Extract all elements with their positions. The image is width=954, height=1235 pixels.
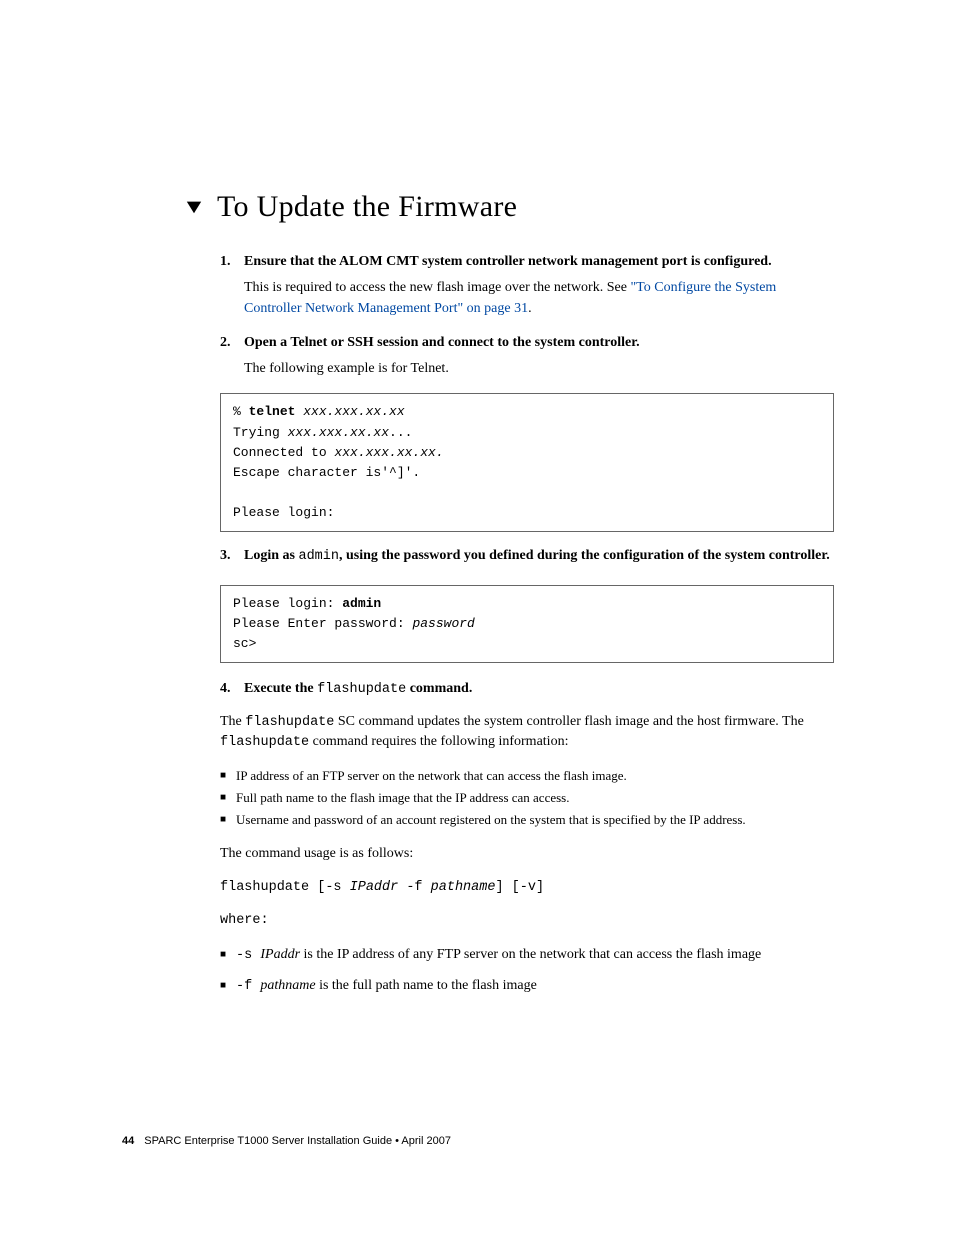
line: sc> (233, 636, 256, 651)
step-text: Login as (244, 548, 298, 563)
step-text: Open a Telnet or SSH session and connect… (244, 333, 640, 353)
line: Connected to (233, 445, 334, 460)
step-number: 3. (220, 546, 234, 567)
arg: pathname (431, 880, 496, 895)
page-footer: 44 SPARC Enterprise T1000 Server Installa… (122, 1135, 451, 1147)
step-text: , using the password you defined during … (339, 548, 830, 563)
code-inline: flashupdate (317, 682, 406, 697)
page-heading: To Update the Firmware (217, 190, 517, 224)
text: This is required to access the new flash… (244, 280, 630, 295)
footer-text: SPARC Enterprise T1000 Server Installati… (144, 1135, 451, 1147)
bullet-item: ■ -s IPaddr is the IP address of any FTP… (220, 945, 834, 966)
prompt: % (233, 404, 249, 419)
code: -f (236, 979, 260, 994)
code-inline: admin (298, 549, 339, 564)
bullet-icon: ■ (220, 767, 226, 785)
step-number: 4. (220, 679, 234, 700)
step-number: 1. (220, 252, 234, 272)
triangle-down-icon (185, 198, 203, 216)
code-inline: flashupdate (220, 735, 309, 750)
bullet-item: ■ Full path name to the flash image that … (220, 789, 834, 807)
code: flashupdate [-s (220, 880, 350, 895)
line: Trying (233, 425, 288, 440)
text: is the full path name to the flash image (316, 978, 537, 993)
text: . (528, 301, 532, 316)
cmd: telnet (249, 404, 304, 419)
arg: password (412, 616, 474, 631)
step-1-para: This is required to access the new flash… (244, 278, 834, 319)
arg: xxx.xxx.xx.xx (288, 425, 389, 440)
bullet-icon: ■ (220, 811, 226, 829)
text: command requires the following informati… (309, 734, 568, 749)
bullet-item: ■ Username and password of an account reg… (220, 811, 834, 829)
code-box-login: Please login: admin Please Enter passwor… (220, 585, 834, 663)
page-number: 44 (122, 1135, 134, 1147)
bullet-item: ■ IP address of an FTP server on the netw… (220, 767, 834, 785)
bullet-text: Username and password of an account regi… (236, 811, 746, 829)
bullet-list-1: ■ IP address of an FTP server on the netw… (220, 767, 834, 830)
line: Escape character is'^]'. (233, 465, 420, 480)
arg: xxx.xxx.xx.xx. (334, 445, 443, 460)
bullet-list-2: ■ -s IPaddr is the IP address of any FTP… (220, 945, 834, 996)
usage-intro: The command usage is as follows: (220, 844, 834, 864)
step-number: 2. (220, 333, 234, 353)
text: is the IP address of any FTP server on t… (300, 947, 761, 962)
step-4: 4. Execute the flashupdate command. (220, 679, 834, 700)
bullet-icon: ■ (220, 976, 226, 997)
line: Please Enter password: (233, 616, 412, 631)
step-4-para: The flashupdate SC command updates the s… (220, 712, 834, 753)
step-text: Execute the (244, 681, 317, 696)
text: SC command updates the system controller… (334, 714, 803, 729)
arg: IPaddr (260, 947, 300, 962)
bullet-icon: ■ (220, 945, 226, 966)
where-label: where: (220, 911, 834, 931)
text: The (220, 714, 245, 729)
bullet-item: ■ -f pathname is the full path name to t… (220, 976, 834, 997)
step-text: command. (406, 681, 472, 696)
input: admin (342, 596, 381, 611)
heading-row: To Update the Firmware (185, 190, 834, 224)
arg: xxx.xxx.xx.xx (303, 404, 404, 419)
line: Please login: (233, 596, 342, 611)
bullet-text: IP address of an FTP server on the netwo… (236, 767, 627, 785)
step-2: 2. Open a Telnet or SSH session and conn… (220, 333, 834, 353)
step-3: 3. Login as admin, using the password yo… (220, 546, 834, 567)
line: Please login: (233, 505, 334, 520)
code: -s (236, 948, 260, 963)
code-box-telnet: % telnet xxx.xxx.xx.xx Trying xxx.xxx.xx… (220, 393, 834, 532)
code-inline: flashupdate (245, 715, 334, 730)
step-text: Ensure that the ALOM CMT system controll… (244, 252, 772, 272)
line: ... (389, 425, 412, 440)
bullet-text: Full path name to the flash image that t… (236, 789, 569, 807)
bullet-icon: ■ (220, 789, 226, 807)
arg: IPaddr (350, 880, 399, 895)
code: -f (398, 880, 430, 895)
code: ] [-v] (495, 880, 544, 895)
arg: pathname (260, 978, 315, 993)
step-1: 1. Ensure that the ALOM CMT system contr… (220, 252, 834, 272)
step-2-para: The following example is for Telnet. (244, 359, 834, 379)
usage-line: flashupdate [-s IPaddr -f pathname] [-v] (220, 878, 834, 898)
